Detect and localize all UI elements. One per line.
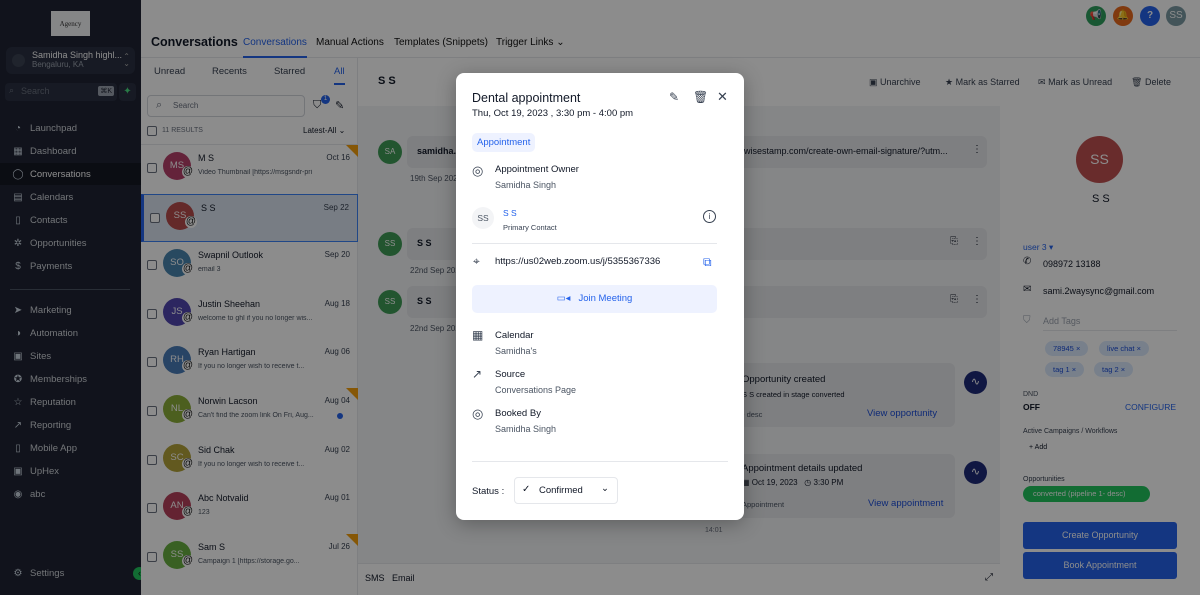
external-link-icon: ↗ (472, 367, 483, 381)
meeting-location: https://us02web.zoom.us/j/5355367336 (495, 256, 661, 267)
divider (472, 461, 728, 462)
contact-name-link[interactable]: S S (503, 208, 517, 218)
location-pin-icon: ⌖ (473, 254, 480, 268)
status-label: Status : (472, 486, 505, 497)
contact-avatar: SS (472, 207, 494, 229)
owner-label: Appointment Owner (495, 164, 579, 175)
status-value: Confirmed (539, 485, 583, 496)
booked-by-label: Booked By (495, 408, 541, 419)
appointment-badge: Appointment (472, 133, 536, 152)
join-label: Join Meeting (578, 293, 633, 304)
trash-icon[interactable]: 🗑 (693, 90, 708, 104)
source-label: Source (495, 369, 526, 380)
user-circle-icon: ◎ (472, 406, 484, 421)
join-meeting-button[interactable]: ▭◂ Join Meeting (472, 285, 717, 313)
info-icon[interactable]: i (703, 210, 716, 223)
video-icon: ▭◂ (556, 293, 571, 304)
chevron-down-icon: ⌄ (601, 483, 609, 494)
calendar-label: Calendar (495, 330, 534, 341)
divider (472, 243, 717, 244)
status-dropdown[interactable]: ✓ Confirmed ⌄ (514, 477, 618, 504)
calendar-icon: ▦ (472, 328, 484, 342)
appointment-modal: Dental appointment Thu, Oct 19, 2023 , 3… (456, 73, 744, 520)
contact-role: Primary Contact (503, 223, 557, 232)
user-circle-icon: ◎ (472, 163, 484, 178)
modal-title: Dental appointment (472, 91, 581, 105)
check-circle-icon: ✓ (522, 484, 531, 495)
calendar-value: Samidha's (495, 346, 537, 356)
owner-value: Samidha Singh (495, 180, 557, 190)
source-value: Conversations Page (495, 385, 577, 395)
booked-by-value: Samidha Singh (495, 424, 557, 434)
copy-icon[interactable]: ⧉ (703, 255, 712, 270)
appointment-datetime: Thu, Oct 19, 2023 , 3:30 pm - 4:00 pm (472, 108, 634, 119)
edit-icon[interactable]: ✎ (669, 90, 679, 104)
close-icon[interactable]: ✕ (717, 89, 728, 105)
